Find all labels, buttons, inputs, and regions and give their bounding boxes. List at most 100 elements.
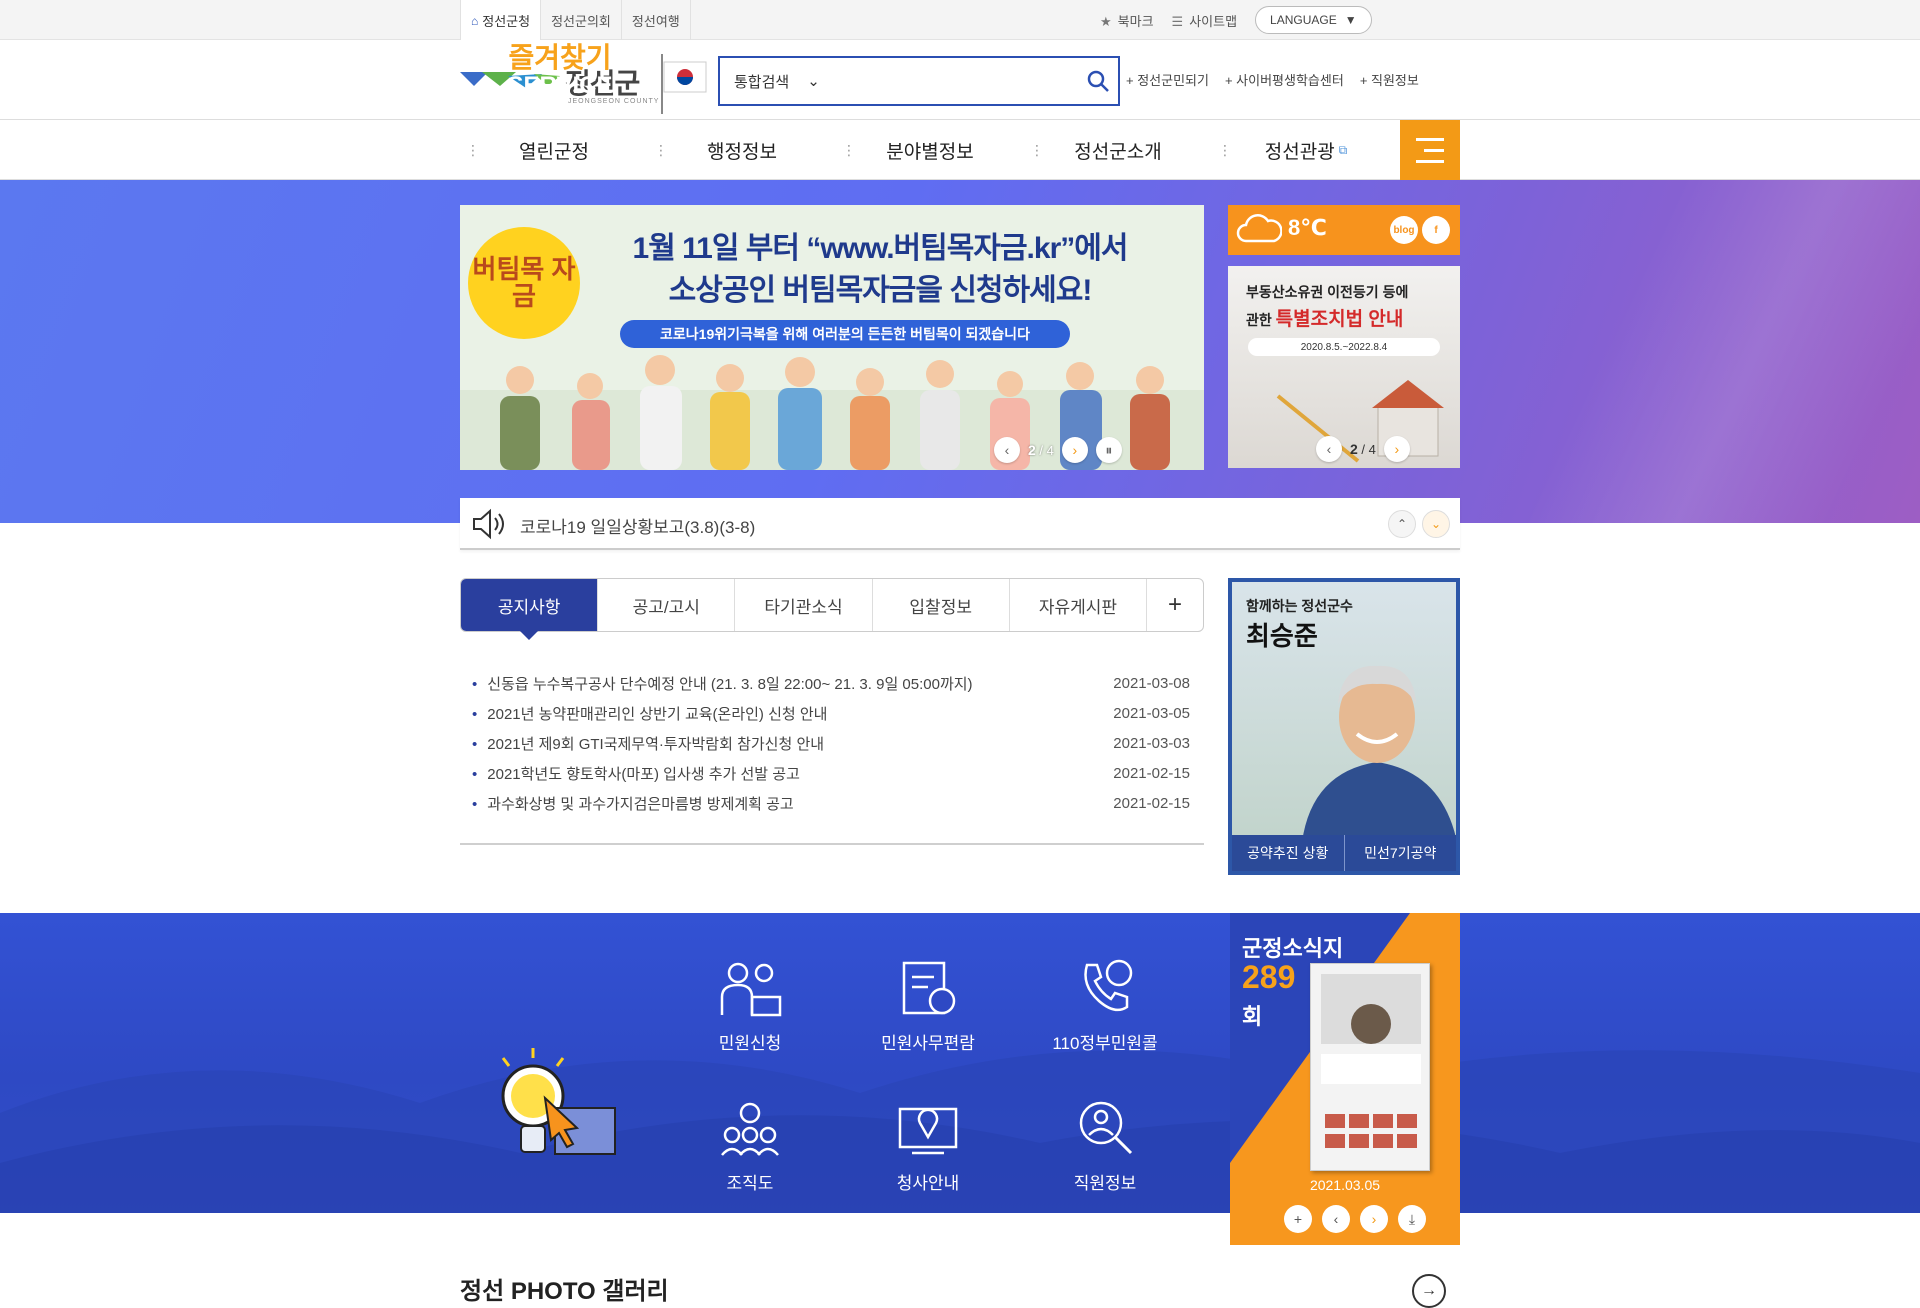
speaker-icon	[473, 508, 504, 540]
site-tab-council[interactable]: 정선군의회	[540, 0, 621, 40]
ticker-arrows: ⌃ ⌄	[1388, 510, 1450, 538]
main-banner[interactable]: 버팀목 자금 1월 11일 부터 “www.버팀목자금.kr”에서 소상공인 버…	[460, 205, 1204, 470]
top-utility-bar: ⌂ 정선군청 정선군의회 정선여행 ★ 북마크 ☰ 사이트맵 LANGUAGE ▼	[0, 0, 1920, 41]
notice-date: 2021-02-15	[1113, 764, 1190, 782]
search-input[interactable]	[835, 61, 1086, 101]
magazine-panel: 군정소식지 289 회 2021.03.05 + ‹ › ⤓	[1230, 913, 1460, 1245]
service-item-civil-apply[interactable]: 민원신청	[665, 947, 835, 1054]
gnb-admin-info[interactable]: 행정정보	[648, 120, 836, 180]
tab-notice[interactable]: 공지사항	[461, 579, 599, 640]
tab-bidding[interactable]: 입찰정보	[873, 579, 1010, 631]
pledge-list-button[interactable]: 민선7기공약	[1345, 835, 1457, 871]
prev-arrow-icon[interactable]: ‹	[994, 437, 1020, 463]
facebook-icon[interactable]: f	[1422, 216, 1450, 244]
header-links: + 정선군민되기 + 사이버평생학습센터 + 직원정보	[1126, 70, 1419, 89]
popup-banner[interactable]: 부동산소유권 이전등기 등에 관한 특별조치법 안내 2020.8.5.~202…	[1228, 266, 1460, 468]
gallery-title: 정선 PHOTO 갤러리	[460, 1278, 669, 1305]
search-icon[interactable]	[1086, 69, 1110, 93]
more-plus-button[interactable]: +	[1147, 579, 1203, 631]
monitor-pin-icon	[843, 1087, 1013, 1157]
magazine-date: 2021.03.05	[1309, 1177, 1381, 1193]
notice-date: 2021-03-08	[1113, 674, 1190, 692]
pager-total: / 4	[1361, 442, 1376, 457]
home-icon: ⌂	[471, 13, 479, 28]
plus-icon[interactable]: +	[1284, 1205, 1312, 1233]
sns-links: blog f	[1390, 216, 1450, 244]
chevron-down-icon: ⌄	[807, 73, 820, 90]
download-icon[interactable]: ⤓	[1398, 1205, 1426, 1233]
chevron-up-icon[interactable]: ⌃	[1388, 510, 1416, 538]
popup-line-1: 부동산소유권 이전등기 등에	[1246, 284, 1409, 300]
service-label: 조직도	[726, 1174, 774, 1193]
prev-arrow-icon[interactable]: ‹	[1316, 436, 1342, 462]
pager-total: / 4	[1039, 443, 1054, 458]
search-box: 통합검색 ⌄	[718, 56, 1120, 106]
bookmark-link[interactable]: ★ 북마크	[1100, 11, 1154, 30]
cyber-learning-link[interactable]: + 사이버평생학습센터	[1225, 70, 1344, 89]
notice-date: 2021-03-03	[1113, 734, 1190, 752]
blog-icon[interactable]: blog	[1390, 216, 1418, 244]
bookmark-label: 북마크	[1117, 13, 1154, 29]
service-item-org-chart[interactable]: 조직도	[665, 1087, 835, 1194]
cloud-icon	[1236, 214, 1282, 243]
pause-icon[interactable]: ⏸	[1095, 437, 1122, 463]
citizen-join-link[interactable]: + 정선군민되기	[1126, 70, 1209, 89]
service-subtitle: SERVICE	[507, 72, 613, 99]
weather-widget: 8℃ blog f	[1228, 205, 1460, 255]
menu-bar	[1416, 137, 1444, 141]
gnb-open-admin[interactable]: 열린군정	[460, 120, 648, 180]
popup-pager: 2 / 4	[1350, 441, 1376, 457]
list-item[interactable]: 2021년 농약판매관리인 상반기 교육(온라인) 신청 안내 2021-03-0…	[472, 698, 1190, 728]
next-arrow-icon[interactable]: ›	[1360, 1205, 1388, 1233]
list-item[interactable]: 신동읍 누수복구공사 단수예정 안내 (21. 3. 8일 22:00~ 21.…	[472, 668, 1190, 698]
staff-info-link[interactable]: + 직원정보	[1360, 70, 1419, 89]
notice-date: 2021-02-15	[1113, 794, 1190, 812]
sitemap-link[interactable]: ☰ 사이트맵	[1172, 11, 1238, 30]
service-item-110-call[interactable]: 110정부민원콜	[1020, 947, 1190, 1054]
gnb-intro[interactable]: 정선군소개	[1024, 120, 1212, 180]
banner-headline-1: 1월 11일 부터 “www.버팀목자금.kr”에서	[632, 232, 1129, 265]
notice-list: 신동읍 누수복구공사 단수예정 안내 (21. 3. 8일 22:00~ 21.…	[472, 668, 1190, 818]
tab-other-agency[interactable]: 타기관소식	[735, 579, 873, 631]
popup-line-2: 관한 특별조치법 안내	[1246, 304, 1403, 331]
service-label: 110정부민원콜	[1052, 1034, 1158, 1053]
gallery-more-arrow-icon[interactable]: →	[1412, 1274, 1446, 1308]
tab-announcement[interactable]: 공고/고시	[598, 579, 736, 631]
notice-date: 2021-03-05	[1113, 704, 1190, 722]
ticker-text[interactable]: 코로나19 일일상황보고(3.8)(3-8)	[520, 513, 755, 538]
list-item[interactable]: 2021년 제9회 GTI국제무역·투자박람회 참가신청 안내 2021-03-0…	[472, 728, 1190, 758]
people-desk-icon	[665, 947, 835, 1017]
magazine-suffix: 회	[1242, 1004, 1263, 1029]
gnb-field-info[interactable]: 분야별정보	[836, 120, 1024, 180]
temperature: 8℃	[1288, 215, 1327, 240]
language-label: LANGUAGE	[1270, 13, 1337, 27]
banner-headline-2: 소상공인 버팀목자금을 신청하세요!	[668, 274, 1093, 307]
list-item[interactable]: 2021학년도 향토학사(마포) 입사생 추가 선발 공고 2021-02-15	[472, 758, 1190, 788]
site-tab-travel[interactable]: 정선여행	[620, 0, 691, 40]
all-menu-button[interactable]	[1400, 120, 1460, 180]
caret-down-icon: ▼	[1344, 13, 1357, 27]
magazine-cover[interactable]	[1310, 963, 1430, 1171]
language-button[interactable]: LANGUAGE ▼	[1255, 6, 1372, 34]
next-arrow-icon[interactable]: ›	[1383, 436, 1410, 462]
news-ticker: 코로나19 일일상황보고(3.8)(3-8) ⌃ ⌄	[460, 498, 1460, 550]
list-item[interactable]: 과수화상병 및 과수가지검은마름병 방제계획 공고 2021-02-15	[472, 788, 1190, 818]
banner-pager: 2 / 4	[1028, 442, 1054, 458]
search-category-select[interactable]: 통합검색 ⌄	[734, 71, 820, 92]
service-item-staff-info[interactable]: 직원정보	[1020, 1087, 1190, 1194]
popup-controls: ‹ 2 / 4 ›	[1316, 436, 1410, 462]
prev-arrow-icon[interactable]: ‹	[1322, 1205, 1350, 1233]
service-item-civil-manual[interactable]: 민원사무편람	[843, 947, 1013, 1054]
pledge-progress-button[interactable]: 공약추진 상황	[1232, 835, 1345, 871]
next-arrow-icon[interactable]: ›	[1061, 437, 1088, 463]
site-tab-gun[interactable]: ⌂ 정선군청	[460, 0, 541, 41]
mayor-panel: 함께하는 정선군수 최승준 공약추진 상황 민선7기공약	[1228, 578, 1460, 875]
mayor-subtitle: 함께하는 정선군수	[1246, 598, 1353, 614]
service-item-building-guide[interactable]: 청사안내	[843, 1087, 1013, 1194]
divider	[460, 843, 1204, 845]
gnb-tourism[interactable]: 정선관광⧉	[1212, 120, 1400, 180]
tab-free-board[interactable]: 자유게시판	[1010, 579, 1148, 631]
flag-icon	[661, 54, 707, 114]
staff-search-icon	[1020, 1087, 1190, 1157]
chevron-down-icon[interactable]: ⌄	[1422, 510, 1450, 538]
